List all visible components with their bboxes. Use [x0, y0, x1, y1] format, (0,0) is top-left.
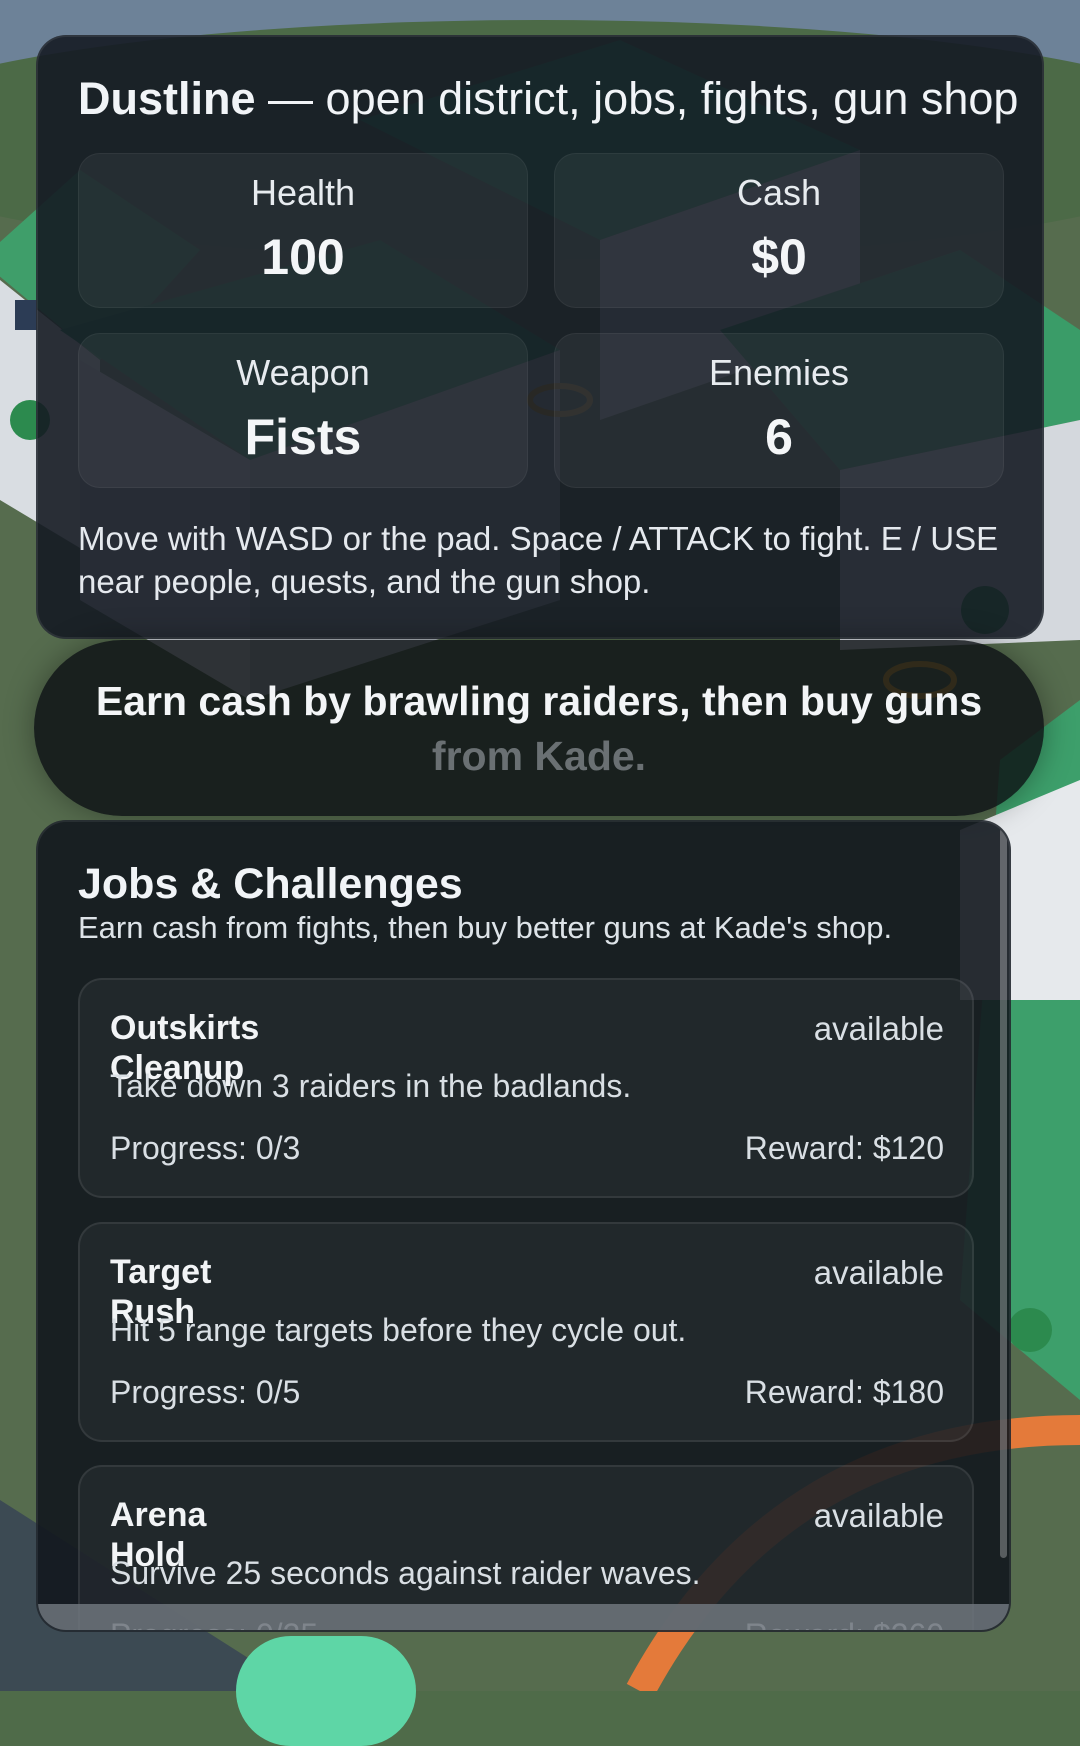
toast-line-1: Earn cash by brawling raiders, then buy … [95, 678, 983, 724]
stat-health: Health 100 [78, 153, 528, 308]
job-reward: Reward: $180 [744, 1374, 944, 1410]
stat-label: Health [250, 172, 356, 213]
job-status: available [813, 1254, 944, 1291]
job-card-target-rush[interactable]: Target Rush available Hit 5 range target… [78, 1222, 974, 1442]
job-description: Take down 3 raiders in the badlands. [110, 1068, 632, 1104]
stat-label: Enemies [708, 352, 850, 393]
toast-line-2: from Kade. [431, 733, 647, 779]
stat-value: 100 [261, 229, 345, 285]
stat-label: Weapon [236, 352, 370, 393]
jobs-scrollbar[interactable] [1000, 828, 1007, 1558]
job-progress: Progress: 0/3 [110, 1130, 301, 1166]
stat-enemies: Enemies 6 [554, 333, 1004, 488]
job-reward: Reward: $120 [744, 1130, 944, 1166]
stat-label: Cash [736, 172, 822, 213]
objective-toast: Earn cash by brawling raiders, then buy … [34, 640, 1044, 816]
jobs-title: Jobs & Challenges [78, 860, 463, 908]
game-name: Dustline [78, 73, 256, 124]
game-tagline: — open district, jobs, fights, gun shop [255, 73, 1019, 124]
jobs-bottom-edge [38, 1604, 1009, 1630]
stat-weapon: Weapon Fists [78, 333, 528, 488]
stat-cash: Cash $0 [554, 153, 1004, 308]
job-status: available [813, 1497, 944, 1534]
jobs-panel[interactable]: Jobs & Challenges Earn cash from fights,… [36, 820, 1011, 1632]
stat-value: 6 [765, 409, 793, 465]
job-description: Survive 25 seconds against raider waves. [110, 1555, 701, 1591]
game-title: Dustline — open district, jobs, fights, … [78, 73, 1018, 125]
job-description: Hit 5 range targets before they cycle ou… [110, 1312, 687, 1348]
controls-help: Move with WASD or the pad. Space / ATTAC… [78, 520, 999, 600]
stat-value: $0 [751, 229, 807, 285]
action-button[interactable] [236, 1636, 416, 1746]
hud-panel: Dustline — open district, jobs, fights, … [36, 35, 1044, 639]
stat-value: Fists [244, 409, 362, 465]
jobs-subtitle: Earn cash from fights, then buy better g… [78, 910, 893, 945]
job-card-outskirts-cleanup[interactable]: Outskirts Cleanup available Take down 3 … [78, 978, 974, 1198]
job-progress: Progress: 0/5 [110, 1374, 301, 1410]
job-status: available [813, 1010, 944, 1047]
